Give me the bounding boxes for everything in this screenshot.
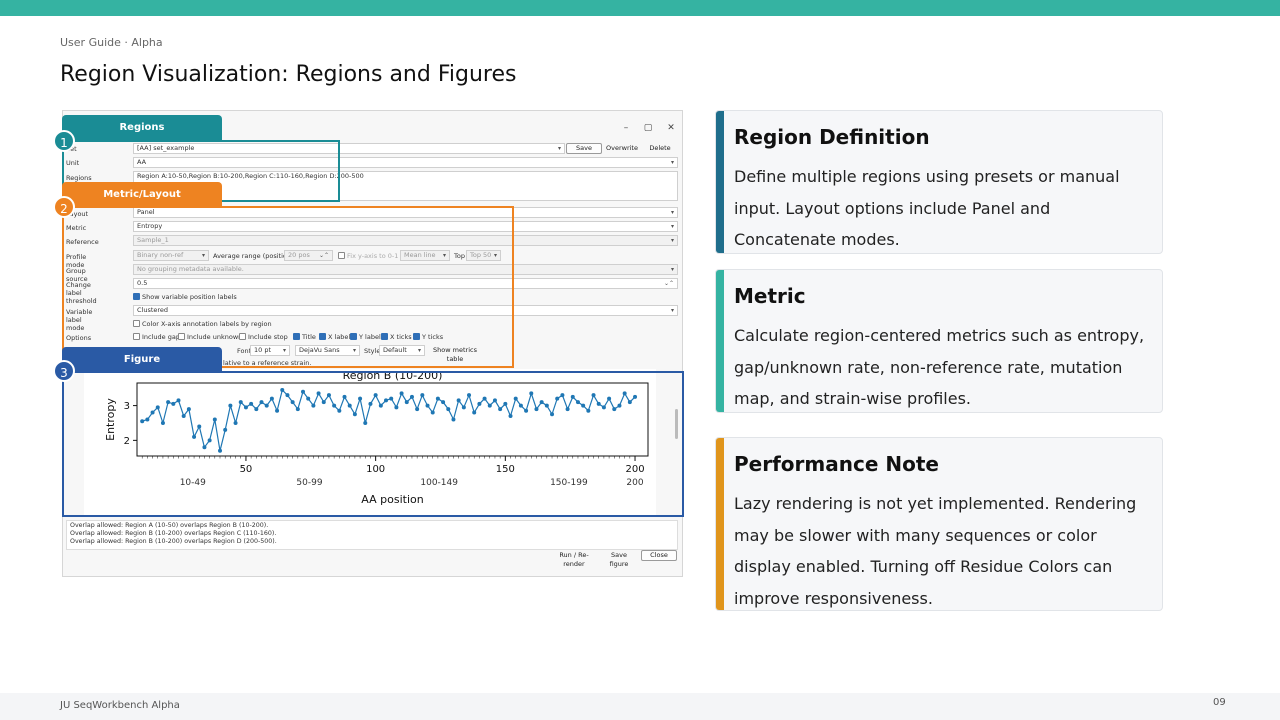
card-body: Define multiple regions using presets or… [734, 167, 1120, 249]
chevron-down-icon: ▾ [670, 266, 674, 273]
run-rerender-button[interactable]: Run / Re-render [549, 550, 599, 568]
maximize-icon[interactable]: ▢ [638, 123, 658, 133]
metric-layout-highlight [62, 206, 514, 368]
figure-callout-tag: Figure [62, 347, 222, 372]
card-accent-bar [716, 270, 724, 412]
page-title: Region Visualization: Regions and Figure… [60, 62, 517, 87]
log-line: Overlap allowed: Region A (10-50) overla… [70, 522, 269, 529]
spin-arrows-icon: ⌄⌃ [663, 280, 674, 287]
footer-product-name: JU SeqWorkbench Alpha [60, 700, 180, 711]
chevron-down-icon: ▾ [670, 159, 674, 166]
close-icon[interactable]: ✕ [661, 123, 681, 133]
section-kicker: User Guide · Alpha [60, 36, 163, 49]
top-accent-bar [0, 0, 1280, 16]
callout-number-1: 1 [53, 130, 75, 152]
save-figure-button[interactable]: Save figure [601, 550, 637, 568]
chevron-down-icon: ▾ [670, 237, 674, 244]
card-accent-bar [716, 111, 724, 253]
chevron-down-icon: ▾ [557, 145, 561, 152]
minimize-icon[interactable]: – [616, 123, 636, 133]
page-number: 09 [1213, 697, 1226, 708]
chevron-down-icon: ▾ [670, 223, 674, 230]
log-panel: Overlap allowed: Region A (10-50) overla… [66, 520, 678, 550]
callout-number-3: 3 [53, 360, 75, 382]
log-line: Overlap allowed: Region B (10-200) overl… [70, 530, 277, 537]
overwrite-button[interactable]: Overwrite [604, 143, 640, 154]
chevron-down-icon: ▾ [670, 307, 674, 314]
card-performance-note: Performance Note Lazy rendering is not y… [715, 437, 1163, 611]
figure-highlight [62, 371, 684, 517]
regions-callout-tag: Regions [62, 115, 222, 140]
callout-number-2: 2 [53, 196, 75, 218]
card-title: Region Definition [734, 125, 930, 149]
metric-layout-callout-tag: Metric/Layout [62, 182, 222, 207]
chevron-down-icon: ▾ [670, 209, 674, 216]
footer: JU SeqWorkbench Alpha 09 [0, 693, 1280, 720]
delete-button[interactable]: Delete [642, 143, 678, 154]
card-body: Lazy rendering is not yet implemented. R… [734, 494, 1137, 608]
card-title: Performance Note [734, 452, 939, 476]
close-button[interactable]: Close [641, 550, 677, 561]
card-accent-bar [716, 438, 724, 610]
card-title: Metric [734, 284, 806, 308]
card-region-definition: Region Definition Define multiple region… [715, 110, 1163, 254]
card-metric: Metric Calculate region-centered metrics… [715, 269, 1163, 413]
card-body: Calculate region-centered metrics such a… [734, 326, 1145, 408]
log-line: Overlap allowed: Region B (10-200) overl… [70, 538, 277, 545]
save-button[interactable]: Save [566, 143, 602, 154]
